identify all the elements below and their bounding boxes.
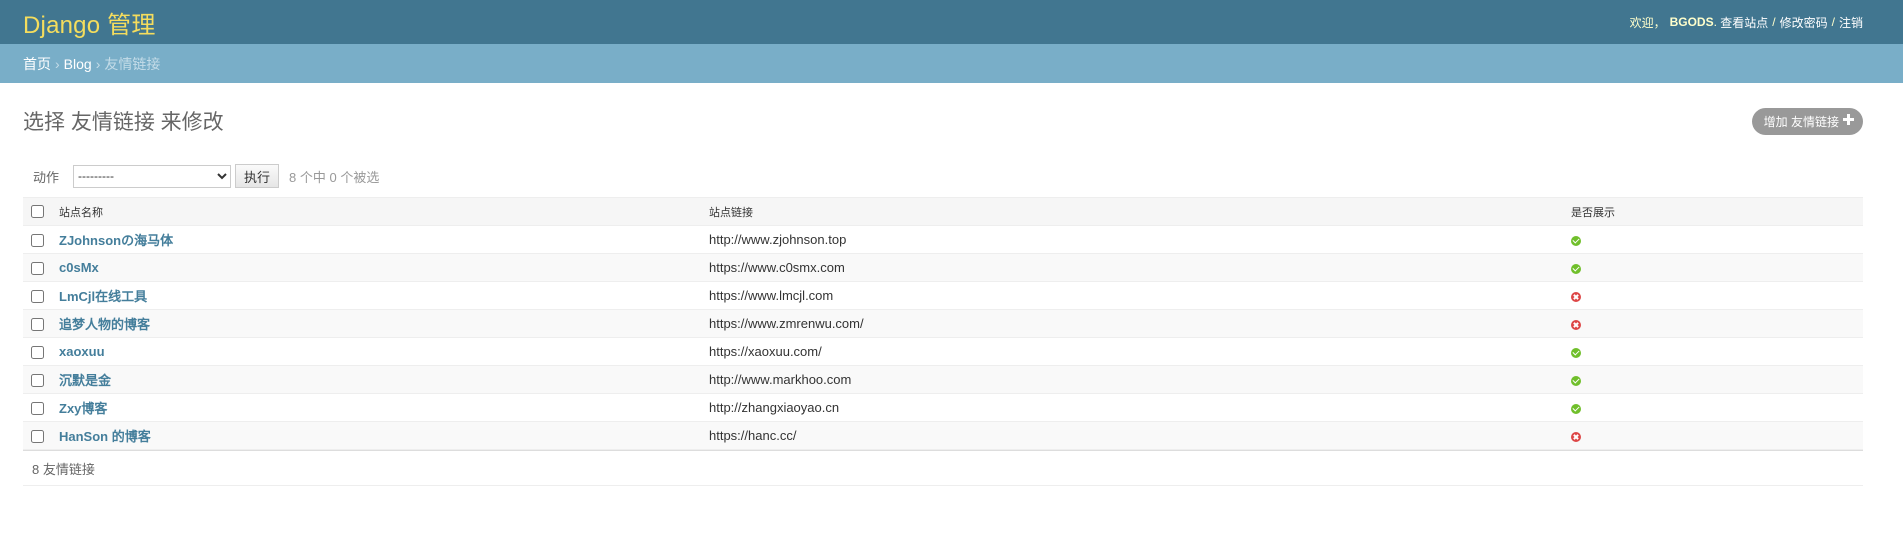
column-header-name[interactable]: 站点名称 bbox=[59, 197, 709, 226]
view-site-link[interactable]: 查看站点 bbox=[1720, 14, 1768, 31]
row-checkbox[interactable] bbox=[31, 374, 44, 388]
column-header-url[interactable]: 站点链接 bbox=[709, 197, 1571, 226]
table-row: c0sMx https://www.c0smx.com bbox=[23, 253, 1863, 282]
breadcrumb: 首页 › Blog › 友情链接 bbox=[0, 44, 1903, 83]
plus-icon bbox=[1843, 113, 1854, 125]
row-url: http://www.zjohnson.top bbox=[709, 225, 1571, 254]
row-checkbox[interactable] bbox=[31, 318, 44, 332]
row-url: https://hanc.cc/ bbox=[709, 421, 1571, 450]
no-icon bbox=[1571, 431, 1581, 442]
row-url: https://www.lmcjl.com bbox=[709, 281, 1571, 310]
row-checkbox[interactable] bbox=[31, 290, 44, 304]
header: Django 管理 欢迎， BGODS. 查看站点 / 修改密码 / 注销 bbox=[0, 0, 1903, 44]
yes-icon bbox=[1571, 235, 1581, 246]
select-all-checkbox[interactable] bbox=[31, 205, 44, 218]
row-checkbox[interactable] bbox=[31, 262, 44, 276]
user-tools: 欢迎， BGODS. 查看站点 / 修改密码 / 注销 bbox=[1629, 14, 1863, 31]
table-row: HanSon 的博客 https://hanc.cc/ bbox=[23, 421, 1863, 450]
table-row: xaoxuu https://xaoxuu.com/ bbox=[23, 337, 1863, 366]
row-url: http://www.markhoo.com bbox=[709, 365, 1571, 394]
action-select[interactable]: --------- bbox=[73, 164, 232, 188]
add-link-button[interactable]: 增加 友情链接 bbox=[1751, 107, 1863, 135]
paginator: 8 友情链接 bbox=[23, 450, 1863, 486]
column-header-shown[interactable]: 是否展示 bbox=[1571, 197, 1863, 226]
breadcrumb-current: 友情链接 bbox=[104, 55, 161, 72]
row-url: https://www.zmrenwu.com/ bbox=[709, 309, 1571, 338]
page-title: 选择 友情链接 来修改 bbox=[23, 111, 224, 134]
table-row: 沉默是金 http://www.markhoo.com bbox=[23, 365, 1863, 394]
welcome-text: 欢迎， bbox=[1629, 15, 1666, 30]
row-checkbox[interactable] bbox=[31, 234, 44, 248]
logout-link[interactable]: 注销 bbox=[1839, 14, 1863, 31]
table-row: LmCjl在线工具 https://www.lmcjl.com bbox=[23, 281, 1863, 310]
no-icon bbox=[1571, 319, 1581, 330]
actions-label: 动作 bbox=[33, 169, 60, 185]
results-table: 站点名称 站点链接 是否展示 ZJohnsonの海马体 http://www.zj… bbox=[23, 197, 1863, 450]
row-url: https://www.c0smx.com bbox=[709, 253, 1571, 282]
run-action-button[interactable]: 执行 bbox=[235, 164, 280, 188]
row-name-link[interactable]: ZJohnsonの海马体 bbox=[59, 233, 173, 248]
table-row: 追梦人物的博客 https://www.zmrenwu.com/ bbox=[23, 309, 1863, 338]
row-name-link[interactable]: xaoxuu bbox=[59, 344, 105, 359]
result-count: 8 友情链接 bbox=[32, 461, 95, 477]
row-name-link[interactable]: c0sMx bbox=[59, 260, 99, 275]
table-row: Zxy博客 http://zhangxiaoyao.cn bbox=[23, 393, 1863, 422]
no-icon bbox=[1571, 291, 1581, 302]
row-name-link[interactable]: LmCjl在线工具 bbox=[59, 289, 147, 304]
yes-icon bbox=[1571, 263, 1581, 274]
row-name-link[interactable]: 追梦人物的博客 bbox=[59, 317, 150, 332]
breadcrumb-home[interactable]: 首页 bbox=[23, 54, 51, 74]
breadcrumb-blog[interactable]: Blog bbox=[64, 56, 92, 72]
row-name-link[interactable]: Zxy博客 bbox=[59, 401, 107, 416]
site-branding[interactable]: Django 管理 bbox=[23, 5, 156, 40]
row-url: https://xaoxuu.com/ bbox=[709, 337, 1571, 366]
selection-counter: 8 个中 0 个被选 bbox=[289, 169, 380, 185]
row-checkbox[interactable] bbox=[31, 346, 44, 360]
yes-icon bbox=[1571, 403, 1581, 414]
row-checkbox[interactable] bbox=[31, 402, 44, 416]
content: 选择 友情链接 来修改 增加 友情链接 动作 --------- 执行 8 个中… bbox=[0, 83, 1903, 486]
yes-icon bbox=[1571, 375, 1581, 386]
table-row: ZJohnsonの海马体 http://www.zjohnson.top bbox=[23, 225, 1863, 254]
row-url: http://zhangxiaoyao.cn bbox=[709, 393, 1571, 422]
username: BGODS bbox=[1669, 15, 1714, 29]
row-name-link[interactable]: HanSon 的博客 bbox=[59, 429, 151, 444]
change-password-link[interactable]: 修改密码 bbox=[1780, 14, 1828, 31]
actions-bar: 动作 --------- 执行 8 个中 0 个被选 bbox=[23, 155, 1863, 197]
add-link-label: 增加 友情链接 bbox=[1763, 114, 1839, 129]
yes-icon bbox=[1571, 347, 1581, 358]
row-checkbox[interactable] bbox=[31, 430, 44, 444]
row-name-link[interactable]: 沉默是金 bbox=[59, 373, 111, 388]
